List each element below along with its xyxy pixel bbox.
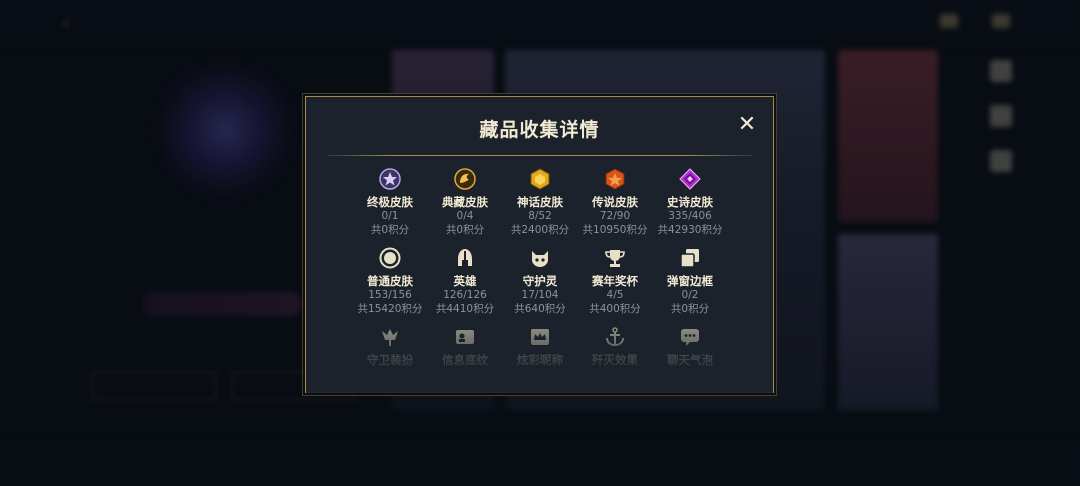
info-card-icon — [456, 330, 474, 344]
guardian-spirit-icon — [532, 251, 548, 267]
nickname-crown-icon — [531, 329, 549, 345]
chat-bubble-icon — [681, 329, 699, 346]
ward-skin-icon — [382, 329, 398, 346]
collection-item[interactable]: 史诗皮肤 335/406 共42930积分 — [645, 168, 735, 237]
collection-item[interactable]: 聊天气泡 — [645, 326, 735, 367]
anchor-icon — [606, 327, 624, 347]
collection-detail-modal: 藏品收集详情 ✕ 终极皮肤 0/1 共0积分 典藏皮肤 0/4 共0积分 神话皮… — [305, 96, 774, 393]
item-name: 史诗皮肤 — [667, 195, 713, 209]
item-name: 弹窗边框 — [667, 274, 713, 288]
item-name: 聊天气泡 — [667, 353, 713, 367]
collection-item[interactable]: 弹窗边框 0/2 共0积分 — [645, 247, 735, 316]
item-count: 0/2 — [681, 289, 699, 301]
dragon-icon — [454, 168, 476, 190]
modal-title: 藏品收集详情 — [479, 119, 600, 141]
item-points: 共42930积分 — [657, 224, 723, 236]
trophy-icon — [605, 250, 625, 267]
legend-gem-icon — [605, 168, 625, 190]
item-count: 335/406 — [668, 210, 712, 222]
ultimate-gem-icon — [379, 168, 401, 190]
popup-frame-icon — [680, 249, 699, 268]
normal-skin-icon — [379, 247, 401, 269]
title-divider — [328, 155, 752, 156]
epic-gem-icon — [679, 168, 701, 190]
close-button[interactable]: ✕ — [736, 114, 758, 136]
item-points: 共0积分 — [670, 303, 710, 315]
hero-helmet-icon — [458, 249, 472, 266]
mythic-gem-icon — [530, 168, 550, 190]
